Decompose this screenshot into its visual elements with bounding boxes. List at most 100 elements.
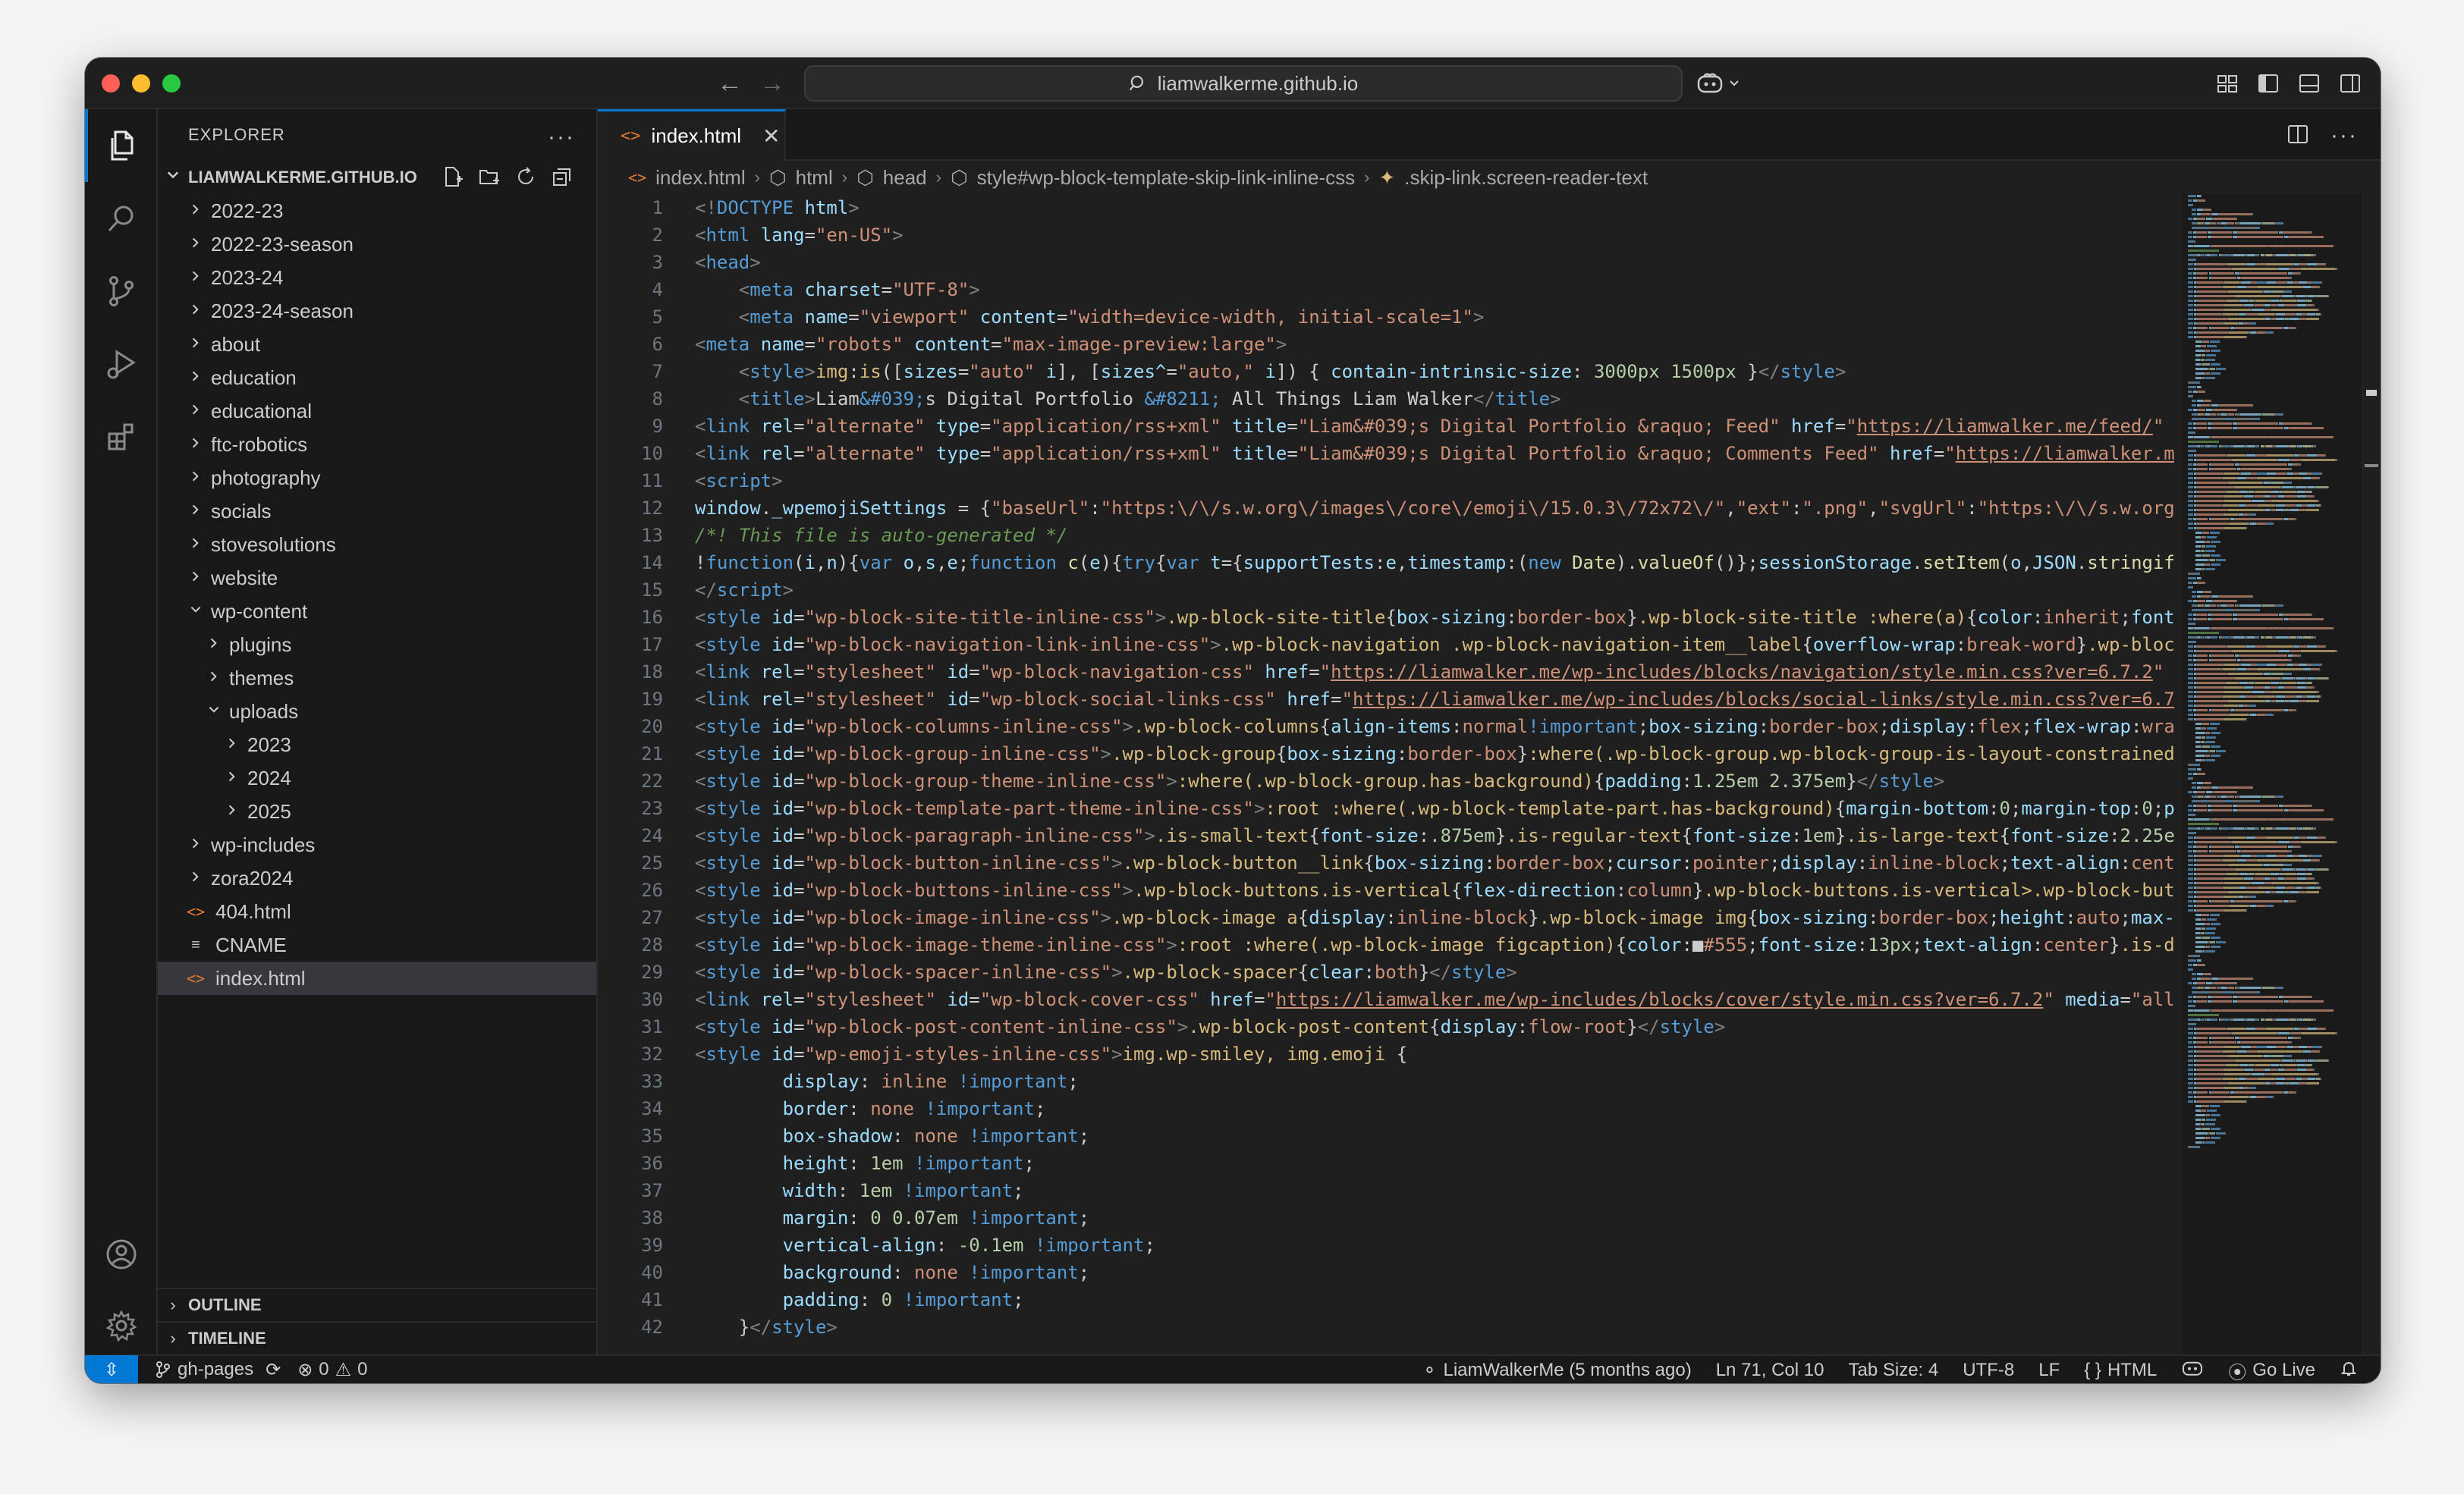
code-token[interactable]: https://liamwalker.me/wp-includes/blocks… [1331,661,2153,683]
manage-gear-icon[interactable] [85,1289,158,1362]
more-actions-icon[interactable]: ··· [2330,123,2358,152]
code-token[interactable]: https://liamwalker.me/comments/feed/ [1956,443,2174,464]
breadcrumb-item-selector[interactable]: .skip-link.screen-reader-text [1404,166,1648,190]
tree-folder[interactable]: 2023 [158,728,596,761]
end-of-line[interactable]: LF [2038,1360,2060,1381]
vertical-scrollbar[interactable] [2362,194,2381,1354]
cursor-position[interactable]: Ln 71, Col 10 [1716,1360,1824,1381]
tree-folder[interactable]: zora2024 [158,862,596,895]
git-blame-status[interactable]: ⚬ LiamWalkerMe (5 months ago) [1422,1360,1691,1382]
tree-folder[interactable]: wp-content [158,595,596,628]
workspace-folder-header[interactable]: LIAMWALKERME.GITHUB.IO [158,161,596,194]
new-file-icon[interactable] [442,165,464,188]
tree-folder[interactable]: photography [158,461,596,494]
indentation[interactable]: Tab Size: 4 [1848,1360,1938,1381]
language-mode[interactable]: { } HTML [2084,1360,2157,1381]
accounts-icon[interactable] [85,1218,158,1291]
more-actions-icon[interactable]: ··· [548,124,575,150]
tree-folder[interactable]: 2023-24-season [158,294,596,328]
tab-index-html[interactable]: <> index.html ✕ [598,109,786,161]
tree-file[interactable]: ≡ CNAME [158,928,596,962]
tree-folder[interactable]: 2023-24 [158,261,596,294]
go-live-button[interactable]: ⦿ Go Live [2228,1357,2315,1384]
source-control-icon[interactable] [85,255,158,328]
breadcrumb-item-file[interactable]: index.html [655,166,746,190]
copilot-status-icon[interactable] [2181,1359,2204,1383]
toggle-secondary-sidebar-icon[interactable] [2338,71,2362,96]
code-line: }</style> [695,1314,2174,1341]
breadcrumb-item-html[interactable]: html [796,166,833,190]
tree-file[interactable]: <> index.html [158,962,596,995]
toggle-panel-icon[interactable] [2297,71,2321,96]
tree-folder[interactable]: uploads [158,695,596,728]
tree-folder[interactable]: educational [158,394,596,428]
explorer-icon[interactable] [85,109,158,182]
code-token[interactable]: https://liamwalker.me/wp-includes/blocks… [1276,989,2043,1010]
branch-status[interactable]: gh-pages ⟳ [155,1359,281,1381]
breadcrumb-item-style[interactable]: style#wp-block-template-skip-link-inline… [977,166,1355,190]
run-debug-icon[interactable] [85,328,158,400]
customize-layout-icon[interactable] [2215,71,2239,96]
chevron-right-icon [185,201,206,221]
copilot-menu-button[interactable] [1696,70,1740,97]
code-token: padding [2164,798,2174,819]
scrollbar-thumb[interactable] [2366,390,2377,396]
extensions-icon[interactable] [85,400,158,473]
code-token: style [706,852,761,874]
collapse-all-icon[interactable] [551,165,574,188]
new-folder-icon[interactable] [478,165,501,188]
code-token: c [1067,552,1079,573]
split-editor-icon[interactable] [2286,123,2309,152]
close-icon[interactable]: ✕ [762,124,780,149]
code-token[interactable]: https://liamwalker.me/wp-includes/blocks… [1353,689,2174,710]
breadcrumb-item-head[interactable]: head [883,166,927,190]
tree-folder[interactable]: socials [158,494,596,528]
timeline-panel-header[interactable]: › TIMELINE [158,1321,596,1354]
code-token: : [1856,934,1868,956]
window-maximize-button[interactable] [162,74,181,93]
refresh-icon[interactable] [514,165,537,188]
search-view-icon[interactable] [85,182,158,255]
chevron-down-icon [158,168,188,187]
tree-folder[interactable]: 2022-23 [158,194,596,228]
tree-folder[interactable]: ftc-robotics [158,428,596,461]
tree-folder[interactable]: website [158,561,596,595]
remote-indicator-button[interactable]: ⇳ [85,1355,138,1383]
bell-icon[interactable] [2340,1359,2358,1383]
window-minimize-button[interactable] [132,74,150,93]
tree-file[interactable]: <> 404.html [158,895,596,928]
tree-folder[interactable]: 2024 [158,761,596,795]
tree-folder[interactable]: about [158,328,596,361]
tree-folder[interactable]: themes [158,661,596,695]
line-number: 3 [652,252,663,273]
forward-arrow-icon[interactable]: → [757,68,787,99]
line-number: 34 [641,1098,663,1119]
tree-folder[interactable]: stovesolutions [158,528,596,561]
code-editor[interactable]: 1 2 3 4 5 6 7 8 9 10 11 12 13 14 15 16 17 18 19 20 21 22 23 24 2… [598,194,2381,1354]
tree-folder[interactable]: 2022-23-season [158,228,596,261]
code-token: : [2032,934,2044,956]
toggle-primary-sidebar-icon[interactable] [2256,71,2280,96]
command-center-search[interactable]: liamwalkerme.github.io [804,65,1683,102]
encoding[interactable]: UTF-8 [1963,1360,2014,1381]
chevron-right-icon [222,735,243,755]
code-token: display [1309,907,1386,928]
tree-folder[interactable]: 2025 [158,795,596,828]
tree-folder[interactable]: plugins [158,628,596,661]
problems-status[interactable]: ⊗ 0 ⚠ 0 [297,1359,367,1381]
back-arrow-icon[interactable]: ← [715,68,745,99]
code-token: < [695,771,706,792]
minimap[interactable] [2182,194,2362,1354]
tree-folder[interactable]: education [158,361,596,394]
window-close-button[interactable] [102,74,120,93]
code-lines[interactable]: <!DOCTYPE html> <html lang="en-US"> <head>… [695,194,2174,1341]
code-token[interactable]: https://liamwalker.me/feed/ [1857,416,2153,437]
tree-folder[interactable]: wp-includes [158,828,596,862]
tree-item-label: educational [211,399,312,422]
sync-icon[interactable]: ⟳ [266,1359,281,1381]
outline-panel-header[interactable]: › OUTLINE [158,1288,596,1321]
code-token: link [706,989,750,1010]
remote-icon: ⇳ [103,1359,120,1380]
code-token: -0.1em [957,1235,1024,1256]
